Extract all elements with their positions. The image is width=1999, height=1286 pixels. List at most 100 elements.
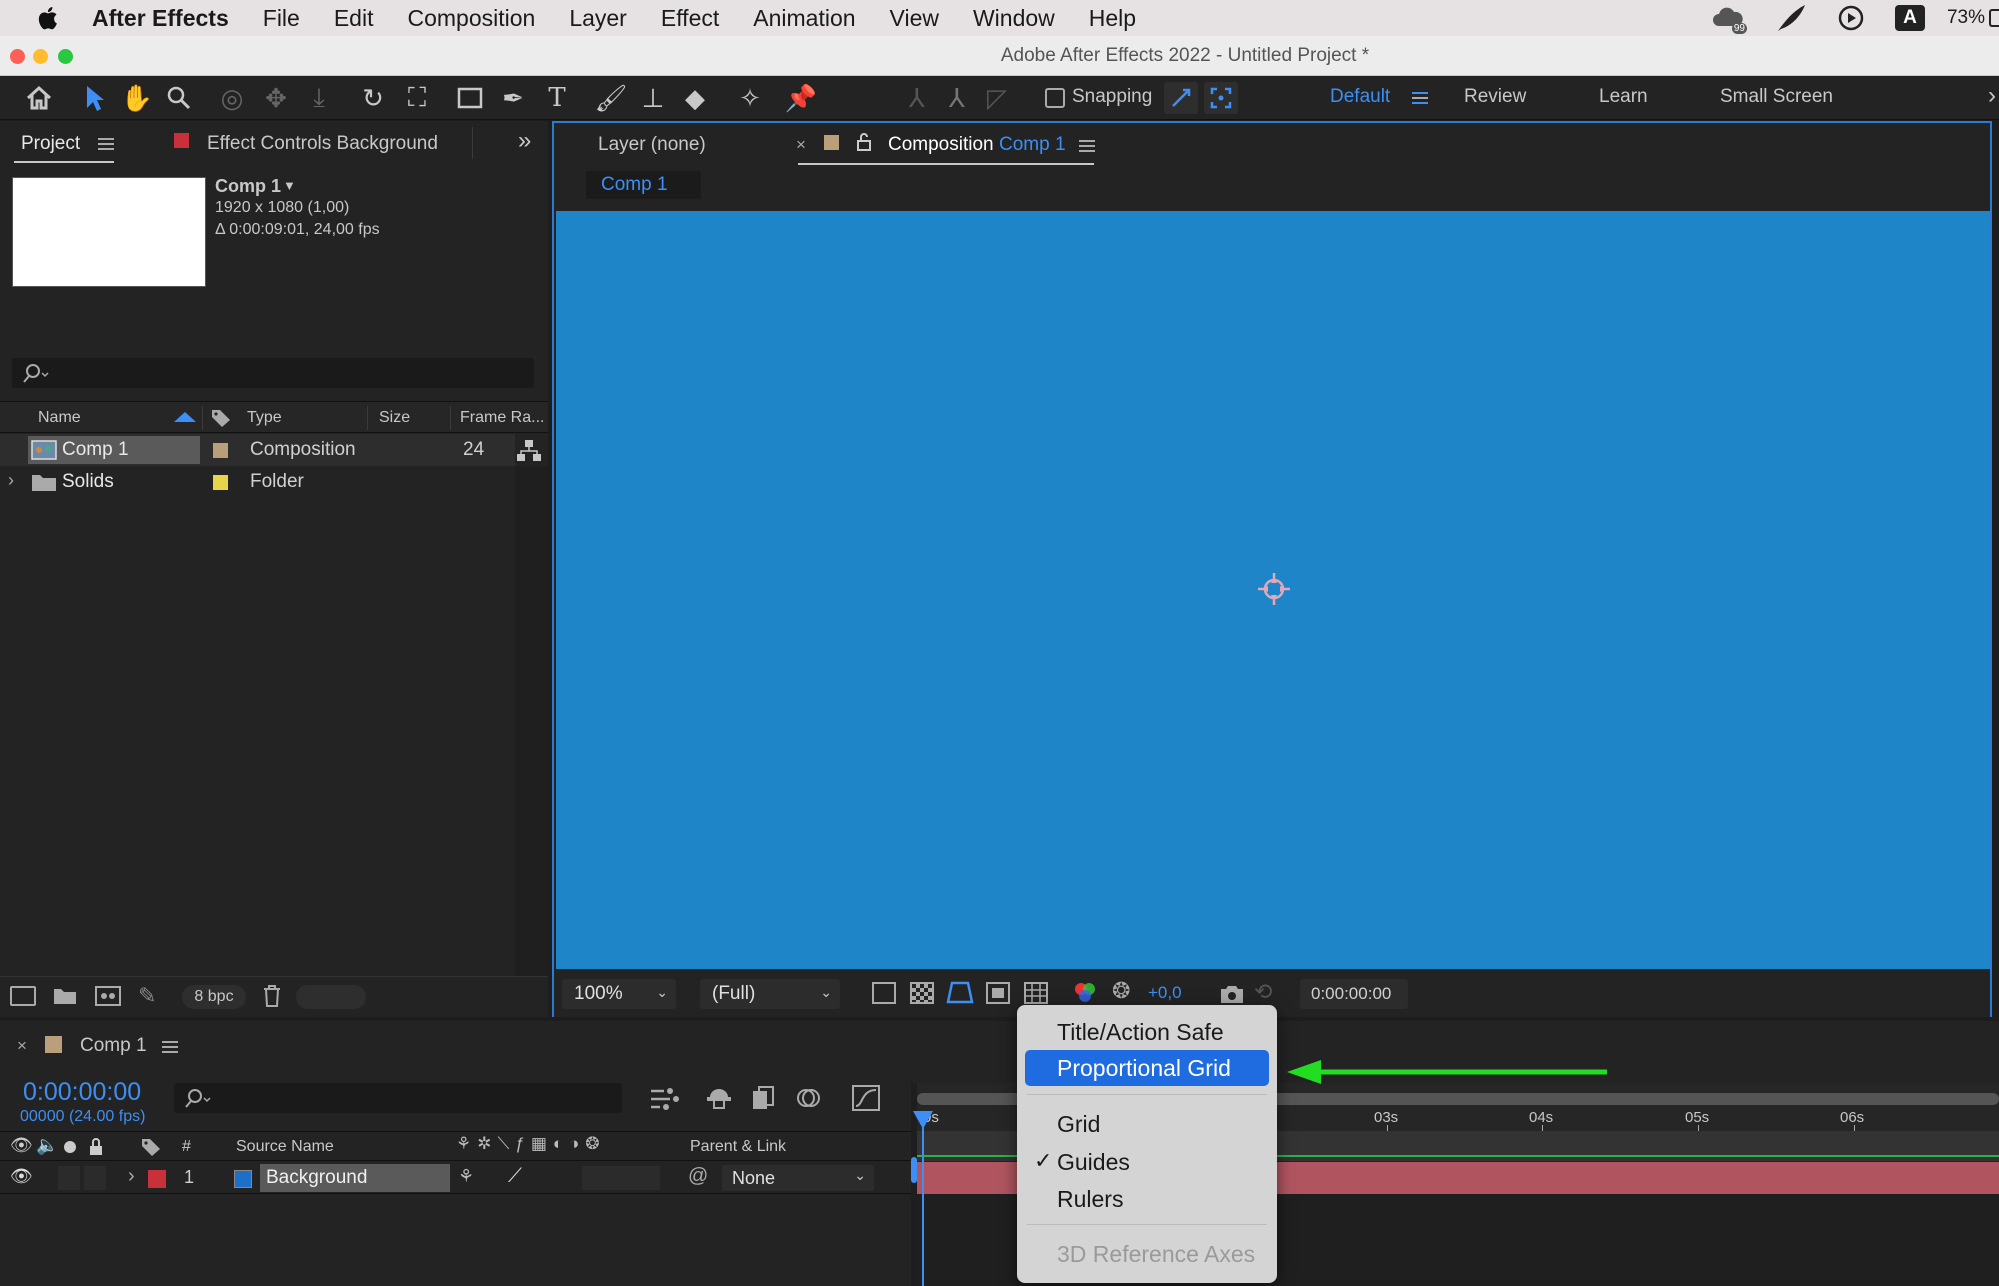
layer-label-color[interactable] [148,1170,166,1188]
project-row-comp[interactable]: Comp 1 Composition 24 [0,434,515,466]
menu-layer[interactable]: Layer [569,5,627,32]
toolbar-overflow-icon[interactable]: › [1988,82,1996,110]
interpret-footage-icon[interactable] [10,986,36,1006]
rectangle-tool-icon[interactable] [453,82,487,114]
layer-lock-cell[interactable] [84,1166,106,1190]
menu-item-guides[interactable]: Guides [1057,1149,1130,1176]
menu-edit[interactable]: Edit [334,5,374,32]
project-row-folder[interactable]: › Solids Folder [0,466,515,498]
comp-breadcrumb[interactable]: Comp 1 [586,171,701,199]
tab-effect-controls[interactable]: Effect Controls Background [207,133,438,155]
axis-local-icon[interactable]: ⅄ [900,82,934,114]
exposure-value[interactable]: +0,0 [1148,983,1182,1003]
timeline-search-input[interactable] [174,1083,622,1113]
menu-view[interactable]: View [890,5,939,32]
col-size[interactable]: Size [379,409,410,427]
pen-tool-icon[interactable]: ✒ [496,82,530,114]
layer-name-field[interactable]: Background [260,1164,450,1192]
pan-camera-icon[interactable]: ✥ [259,82,293,114]
tab-composition-prefix[interactable]: Composition [888,134,994,156]
zoom-select[interactable]: 100% ⌄ [562,979,676,1009]
sort-ascending-icon[interactable] [174,412,196,422]
menu-item-proportional-grid[interactable]: Proportional Grid [1025,1050,1269,1086]
video-visibility-icon[interactable]: 👁 [10,1135,33,1156]
expand-chevron-icon[interactable]: › [128,1165,135,1188]
label-column-icon[interactable] [140,1137,162,1157]
menu-item-rulers[interactable]: Rulers [1057,1186,1123,1213]
anchor-point-icon[interactable] [1254,569,1294,609]
layer-audio-cell[interactable] [58,1166,80,1190]
viewer-timecode[interactable]: 0:00:00:00 [1300,979,1408,1009]
selection-tool-icon[interactable] [78,82,112,114]
input-source-badge[interactable]: A [1894,5,1925,31]
apple-icon[interactable] [32,5,62,31]
row-label-color[interactable] [213,475,228,490]
grid-guide-options-icon[interactable] [1022,980,1050,1006]
lock-icon[interactable] [856,132,872,152]
audio-icon[interactable]: 🔈 [36,1135,58,1156]
trash-icon[interactable] [261,984,283,1008]
pick-whip-icon[interactable]: @ [688,1165,708,1188]
menu-file[interactable]: File [263,5,300,32]
snap-edges-icon[interactable] [1164,82,1198,114]
zoom-tool-icon[interactable] [162,82,196,114]
menu-composition[interactable]: Composition [407,5,535,32]
project-scrollbar[interactable] [515,466,548,996]
composition-canvas[interactable] [556,211,1990,969]
region-of-interest-icon[interactable] [986,982,1010,1004]
close-tab-icon[interactable]: × [796,135,806,155]
timeline-timecode[interactable]: 0:00:00:00 [23,1078,141,1107]
type-tool-icon[interactable]: T [540,82,574,114]
switch-cells[interactable] [582,1166,660,1190]
puppet-pin-icon[interactable]: 📌 [784,82,818,114]
workspace-review[interactable]: Review [1464,86,1526,108]
comp-flowchart-icon[interactable] [648,1086,680,1112]
fast-previews-icon[interactable] [872,982,896,1004]
snapping-checkbox[interactable] [1045,88,1065,108]
menu-item-grid[interactable]: Grid [1057,1111,1100,1138]
workspace-default[interactable]: Default [1330,86,1390,108]
axis-view-icon[interactable]: ◸ [980,82,1014,114]
workspace-menu-icon[interactable] [1412,92,1428,104]
menu-animation[interactable]: Animation [753,5,855,32]
battery-icon[interactable] [1989,9,1999,27]
motion-blur-icon[interactable] [794,1084,824,1112]
snapshot-camera-icon[interactable] [1218,982,1246,1006]
axis-world-icon[interactable]: ⅄ [940,82,974,114]
brush-tool-icon[interactable]: 🖌 [594,82,628,114]
hand-tool-icon[interactable]: ✋ [120,82,154,114]
feather-icon[interactable] [1775,3,1807,33]
orbit-camera-icon[interactable]: ◎ [215,82,249,114]
project-settings-icon[interactable]: ✎ [138,983,156,1009]
menu-app-name[interactable]: After Effects [92,5,229,32]
label-column-icon[interactable] [210,408,232,428]
menu-effect[interactable]: Effect [661,5,719,32]
mask-visibility-icon[interactable] [946,980,974,1006]
creative-cloud-icon[interactable]: 99 [1711,4,1747,34]
pan-behind-tool-icon[interactable]: ⛶ [400,82,434,114]
expand-chevron-icon[interactable]: › [8,470,14,491]
parent-select[interactable]: None ⌄ [722,1165,874,1191]
play-circle-icon[interactable] [1837,4,1865,32]
resolution-select[interactable]: (Full) ⌄ [700,979,840,1009]
workspace-learn[interactable]: Learn [1599,86,1648,108]
frame-blending-icon[interactable] [750,1084,778,1112]
layer-visibility-icon[interactable]: 👁 [10,1166,33,1187]
workspace-small-screen[interactable]: Small Screen [1720,86,1833,108]
timeline-panel-menu-icon[interactable] [162,1041,178,1053]
show-snapshot-icon[interactable]: ⟲ [1254,979,1272,1005]
rotation-tool-icon[interactable]: ↻ [356,82,390,114]
shy-switch-icon[interactable]: ⚘ [458,1166,474,1187]
timeline-tab-name[interactable]: Comp 1 [80,1035,147,1057]
clone-stamp-icon[interactable]: ⊥ [636,82,670,114]
layer-row[interactable]: 👁 › 1 Background ⚘ ⟋ @ None ⌄ [0,1162,915,1194]
col-frame-rate[interactable]: Frame Ra... [460,409,544,427]
viewer-panel-menu-icon[interactable] [1079,140,1095,152]
col-source-name[interactable]: Source Name [236,1138,334,1156]
col-parent-link[interactable]: Parent & Link [690,1138,786,1156]
comp-info-name[interactable]: Comp 1 [215,176,281,197]
new-composition-icon[interactable] [94,985,122,1007]
graph-editor-icon[interactable] [851,1084,881,1112]
snap-features-icon[interactable] [1204,82,1238,114]
comp-info-dropdown-icon[interactable]: ▼ [283,178,296,193]
